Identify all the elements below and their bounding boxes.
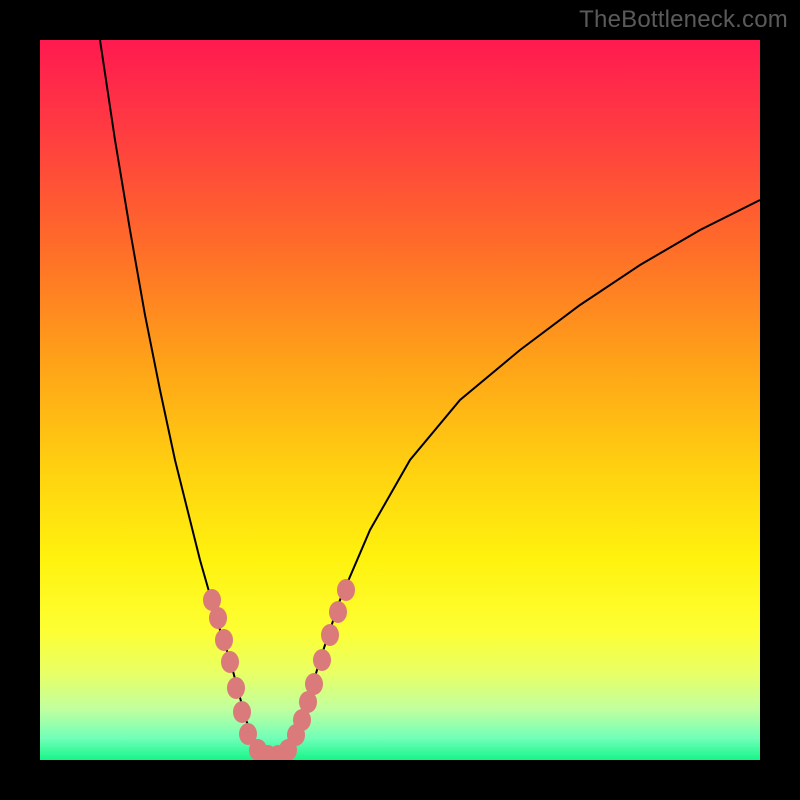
bead-point <box>221 651 239 673</box>
beads-left <box>203 589 257 745</box>
plot-area <box>40 40 760 760</box>
bead-point <box>233 701 251 723</box>
watermark-text: TheBottleneck.com <box>579 6 788 34</box>
bead-point <box>313 649 331 671</box>
curve-right-branch <box>294 200 760 740</box>
chart-frame: TheBottleneck.com <box>0 0 800 800</box>
bead-point <box>305 673 323 695</box>
beads-right <box>287 579 355 746</box>
bead-point <box>209 607 227 629</box>
bead-point <box>227 677 245 699</box>
bead-point <box>321 624 339 646</box>
bead-point <box>337 579 355 601</box>
curve-svg <box>40 40 760 760</box>
bead-point <box>215 629 233 651</box>
bead-point <box>329 601 347 623</box>
